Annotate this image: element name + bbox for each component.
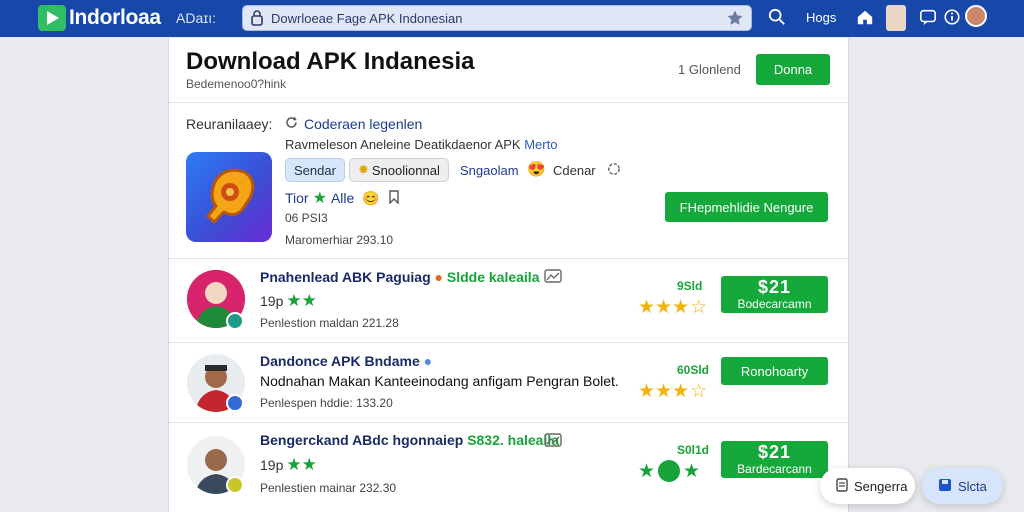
row-date: Penlespen hddie: 133.20: [260, 396, 393, 410]
chip-tag-label: Snoolionnal: [371, 162, 440, 178]
row-download-button[interactable]: $21 Bodecarcamn: [721, 276, 828, 313]
play-logo-icon: [38, 5, 66, 31]
green-star-icon: ★: [638, 461, 656, 482]
row-download-button[interactable]: $21 Bardecarcann: [721, 441, 828, 478]
chip-tag[interactable]: ✸ Snoolionnal: [349, 158, 449, 182]
site-logo[interactable]: Indorloaa: [38, 5, 161, 31]
rating-label: Tior: [285, 190, 309, 206]
row-title-text: Dandonce APK Bndame: [260, 353, 420, 369]
row-description: Nodnahan Makan Kanteeinodang anfigam Pen…: [260, 373, 619, 389]
divider: [169, 342, 848, 343]
chip-category[interactable]: Sendar: [285, 158, 345, 182]
floating-secondary-label: Sengerra: [854, 478, 908, 494]
featured-meta-size: 06 PSI3: [285, 211, 328, 225]
featured-download-button[interactable]: FHepmehlidie Nengure: [665, 192, 828, 222]
row-price: $21: [757, 442, 792, 462]
smile-icon: 😊: [362, 189, 380, 206]
featured-desc-link[interactable]: Merto: [524, 137, 557, 152]
message-icon[interactable]: [919, 8, 937, 31]
search-input[interactable]: Dowrloeae Fage APK Indonesian: [271, 11, 463, 26]
top-nav-link[interactable]: ADaɪı:: [176, 10, 216, 26]
search-icon[interactable]: [768, 8, 786, 31]
avatar[interactable]: [965, 5, 987, 27]
row-size: 60Sld: [677, 363, 710, 377]
star-icon: ★★★: [638, 381, 690, 402]
verified-badge-icon: [226, 476, 244, 494]
download-count: 1 Glonlend: [678, 62, 741, 77]
row-rating: 19p ★★: [260, 455, 317, 475]
bookmark-star-icon[interactable]: [726, 9, 744, 32]
row-title[interactable]: Pnahenlead ABK Paguiag ● Sldde kaleaila: [260, 269, 539, 285]
green-star-icon: ★: [683, 461, 701, 482]
image-icon[interactable]: [544, 433, 562, 452]
row-size: S0l1d: [677, 443, 710, 457]
star-outline-icon: ☆: [690, 381, 708, 402]
row-button-label: Bardecarcann: [737, 462, 812, 476]
bookmark-icon[interactable]: [388, 189, 400, 207]
green-star-icon: ★★: [286, 455, 317, 474]
document-icon: [836, 477, 848, 495]
row-title-text: Bengerckand ABdc hgonnaiep: [260, 432, 464, 448]
top-bar: Indorloaa ADaɪı: Dowrloeae Fage APK Indo…: [0, 0, 1024, 37]
chip-label[interactable]: Cdenar: [553, 163, 596, 178]
sparkle-icon: ✸: [358, 162, 369, 177]
green-star-icon: ★: [312, 190, 327, 207]
row-date: Penlestien mainar 232.30: [260, 481, 397, 495]
gold-star-rating: ★★★ ☆: [638, 380, 707, 403]
row-rating-label: 19p: [260, 293, 284, 309]
row-date: Penlestion maldan 221.28: [260, 316, 399, 330]
profile-thumbnail[interactable]: [886, 5, 906, 31]
image-icon[interactable]: [544, 269, 562, 288]
row-size: 9Sld: [677, 279, 703, 293]
install-badge-icon[interactable]: [658, 460, 681, 482]
emoji-icon: 😍: [527, 161, 546, 178]
row-title[interactable]: Dandonce APK Bndame ●: [260, 353, 432, 369]
row-rating-label: 19p: [260, 457, 284, 473]
verified-badge-icon: [226, 312, 244, 330]
save-icon: [938, 478, 952, 495]
featured-link[interactable]: Coderaen legenlen: [304, 116, 422, 132]
green-star-icon: ★★: [286, 291, 317, 310]
gold-star-rating: ★★★ ☆: [638, 296, 707, 319]
row-price: $21: [757, 277, 792, 297]
sync-icon[interactable]: [606, 161, 622, 182]
lock-icon: [250, 10, 264, 31]
info-icon[interactable]: [943, 8, 961, 31]
featured-meta-date: Maromerhiar 293.10: [285, 233, 394, 247]
fire-icon: ●: [434, 269, 443, 285]
row-download-button[interactable]: Ronohoarty: [721, 357, 828, 385]
search-bar[interactable]: Dowrloeae Fage APK Indonesian: [242, 5, 752, 31]
page-title: Download APK Indanesia: [186, 48, 475, 75]
logo-text: Indorloaa: [69, 6, 161, 29]
featured-description: Ravmeleson Aneleine Deatikdaenor APK Mer…: [285, 137, 557, 152]
row-title[interactable]: Bengerckand ABdc hgonnaiep S832. haleail…: [260, 432, 559, 448]
home-icon[interactable]: [856, 8, 874, 31]
refresh-icon[interactable]: [284, 115, 299, 135]
row-button-label: Bodecarcamn: [737, 297, 812, 311]
top-nav-label[interactable]: Hoɡs: [806, 10, 836, 25]
star-rating: ★ ★: [638, 460, 700, 483]
row-tag: Sldde kaleaila: [446, 269, 540, 285]
header-action-button[interactable]: Donna: [756, 54, 830, 85]
featured-app-icon[interactable]: [186, 152, 272, 242]
row-title-text: Pnahenlead ABK Paguiag: [260, 269, 431, 285]
verified-badge-icon: [226, 394, 244, 412]
featured-rating: Tior ★ Alle 😊: [285, 188, 400, 208]
verified-icon: ●: [423, 353, 433, 369]
divider: [169, 422, 848, 423]
rating-value: Alle: [330, 190, 355, 206]
chip-link[interactable]: Sngaolam: [460, 163, 519, 178]
divider: [169, 102, 848, 103]
divider: [169, 258, 848, 259]
floating-primary-button[interactable]: Slcta: [922, 468, 1003, 504]
featured-desc-text: Ravmeleson Aneleine Deatikdaenor APK: [285, 137, 521, 152]
page-subtitle: Bedemenoo0?hink: [186, 77, 287, 91]
floating-secondary-button[interactable]: Sengerra: [820, 468, 915, 504]
star-outline-icon: ☆: [690, 297, 708, 318]
row-rating: 19p ★★: [260, 291, 317, 311]
star-icon: ★★★: [638, 297, 690, 318]
floating-primary-label: Slcta: [958, 478, 987, 494]
featured-label: Reuranilaaey:: [186, 116, 273, 132]
